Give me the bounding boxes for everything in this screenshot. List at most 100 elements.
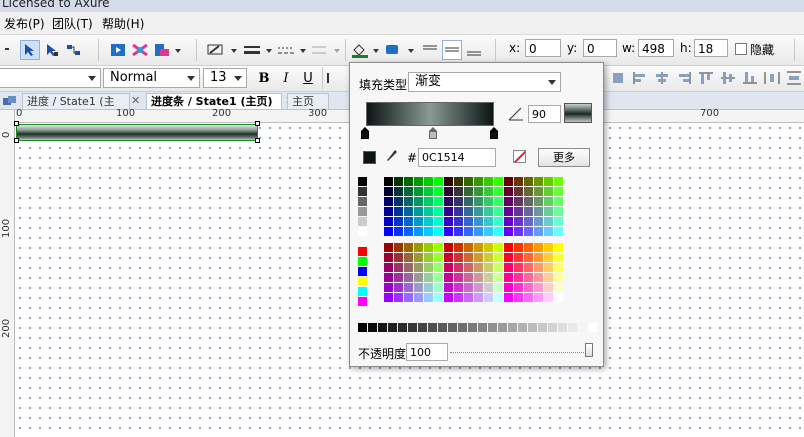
color-swatch[interactable] [474,253,483,262]
share-icon[interactable] [130,40,150,60]
color-swatch[interactable] [394,217,403,226]
color-swatch[interactable] [554,177,563,186]
color-swatch[interactable] [514,227,523,236]
align-right-objects-icon[interactable] [674,68,694,88]
color-swatch[interactable] [454,293,463,302]
color-swatch[interactable] [484,227,493,236]
color-swatch[interactable] [554,227,563,236]
color-swatch[interactable] [454,187,463,196]
color-swatch[interactable] [514,197,523,206]
color-swatch[interactable] [544,283,553,292]
color-swatch[interactable] [414,283,423,292]
color-swatch[interactable] [464,263,473,272]
color-swatch[interactable] [444,197,453,206]
color-swatch[interactable] [454,273,463,282]
color-swatch[interactable] [494,283,503,292]
publish-icon[interactable] [152,40,172,60]
color-swatch[interactable] [358,267,367,276]
shadow-icon[interactable] [383,40,403,60]
color-swatch[interactable] [524,293,533,302]
color-swatch[interactable] [424,293,433,302]
resize-handle[interactable] [255,138,260,143]
color-swatch[interactable] [514,293,523,302]
color-swatch[interactable] [434,243,443,252]
color-swatch[interactable] [394,273,403,282]
color-swatch[interactable] [474,227,483,236]
line-weight-icon[interactable] [242,40,262,60]
color-swatch[interactable] [478,323,487,332]
color-swatch[interactable] [438,323,447,332]
color-swatch[interactable] [534,273,543,282]
color-swatch[interactable] [424,253,433,262]
color-swatch[interactable] [444,273,453,282]
color-swatch[interactable] [434,283,443,292]
color-swatch[interactable] [518,323,527,332]
color-swatch[interactable] [434,187,443,196]
color-swatch[interactable] [524,187,533,196]
color-swatch[interactable] [474,283,483,292]
color-swatch[interactable] [464,187,473,196]
color-swatch[interactable] [514,273,523,282]
color-swatch[interactable] [474,207,483,216]
color-swatch[interactable] [404,207,413,216]
color-swatch[interactable] [544,217,553,226]
color-swatch[interactable] [394,227,403,236]
color-swatch[interactable] [424,273,433,282]
color-swatch[interactable] [494,177,503,186]
color-swatch[interactable] [454,227,463,236]
color-swatch[interactable] [384,263,393,272]
color-swatch[interactable] [418,323,427,332]
color-swatch[interactable] [484,253,493,262]
color-swatch[interactable] [394,187,403,196]
color-swatch[interactable] [534,243,543,252]
color-swatch[interactable] [454,197,463,206]
arrow-style-dropdown-icon[interactable] [334,49,340,53]
color-swatch[interactable] [454,217,463,226]
color-swatch[interactable] [464,293,473,302]
close-icon[interactable]: ✕ [131,93,140,109]
color-swatch[interactable] [508,323,517,332]
color-swatch[interactable] [554,293,563,302]
color-swatch[interactable] [554,283,563,292]
color-swatch[interactable] [504,207,513,216]
color-swatch[interactable] [534,283,543,292]
color-swatch[interactable] [384,273,393,282]
align-left-objects-icon[interactable] [630,68,650,88]
color-swatch[interactable] [494,187,503,196]
color-swatch[interactable] [484,207,493,216]
toolbar-overflow-icon[interactable] [2,40,12,60]
color-swatch[interactable] [534,253,543,262]
opacity-input[interactable]: 100 [406,343,448,361]
color-swatch[interactable] [544,207,553,216]
color-swatch[interactable] [414,177,423,186]
align-bottom-text-icon[interactable] [464,40,484,60]
color-swatch[interactable] [358,287,367,296]
color-swatch[interactable] [394,293,403,302]
color-swatch[interactable] [524,273,533,282]
color-swatch[interactable] [444,187,453,196]
color-swatch[interactable] [454,243,463,252]
align-center-objects-icon[interactable] [652,68,672,88]
color-swatch[interactable] [464,253,473,262]
w-input[interactable]: 498 [638,39,674,57]
color-swatch[interactable] [434,293,443,302]
color-swatch[interactable] [504,177,513,186]
color-swatch[interactable] [494,263,503,272]
color-swatch[interactable] [504,217,513,226]
color-swatch[interactable] [488,323,497,332]
color-swatch[interactable] [404,217,413,226]
color-swatch[interactable] [534,187,543,196]
color-swatch[interactable] [358,197,367,206]
color-swatch[interactable] [504,197,513,206]
arrow-style-icon[interactable] [310,40,330,60]
color-swatch[interactable] [504,253,513,262]
color-swatch[interactable] [514,177,523,186]
color-swatch[interactable] [524,243,533,252]
color-swatch[interactable] [534,207,543,216]
arrange-icon[interactable] [608,68,628,88]
color-swatch[interactable] [484,263,493,272]
tab-home[interactable]: 主页 [287,93,329,109]
color-swatch[interactable] [544,243,553,252]
color-swatch[interactable] [424,177,433,186]
color-swatch[interactable] [484,243,493,252]
